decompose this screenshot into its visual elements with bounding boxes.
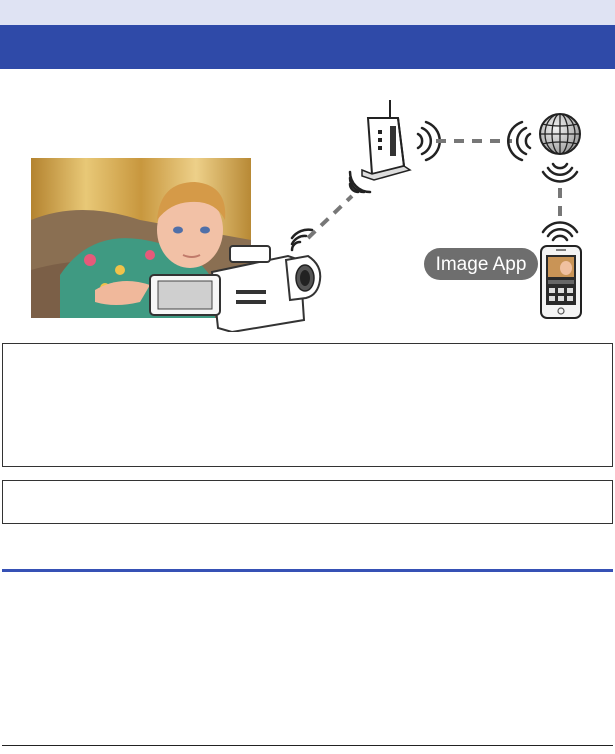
footer-divider (2, 745, 613, 746)
internet-globe-icon (539, 113, 581, 155)
section-divider (2, 569, 613, 572)
image-app-badge: Image App (424, 248, 538, 280)
info-box-secondary (2, 480, 613, 524)
wifi-signal-icon (290, 228, 314, 252)
wireless-router-icon (361, 100, 412, 181)
svg-text:Image App: Image App (436, 254, 527, 275)
connection-line (306, 194, 354, 240)
info-box (2, 343, 613, 467)
section-title-bar (0, 25, 615, 69)
wifi-signal-icon (541, 162, 579, 183)
wifi-signal-icon (541, 221, 579, 242)
smartphone-icon (540, 245, 582, 319)
connection-diagram: Image App (31, 100, 582, 332)
top-strip (0, 0, 615, 25)
